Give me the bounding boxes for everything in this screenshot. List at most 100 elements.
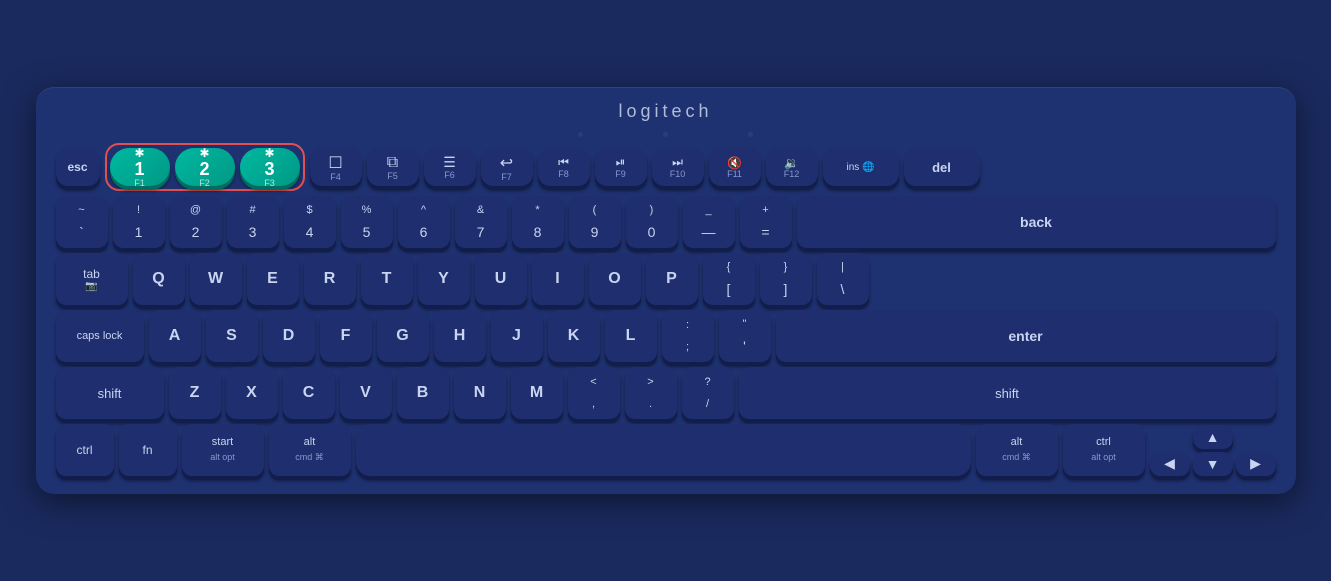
- key-ctrl-right[interactable]: ctrlalt opt: [1063, 424, 1145, 476]
- left-arrow-icon: ◀: [1164, 455, 1175, 472]
- key-del[interactable]: del: [904, 148, 980, 186]
- key-slash[interactable]: ? /: [682, 367, 734, 419]
- key-0[interactable]: ) 0: [626, 196, 678, 248]
- key-g[interactable]: G: [377, 310, 429, 362]
- key-fn[interactable]: fn: [119, 424, 177, 476]
- key-f10[interactable]: ⏭ F10: [652, 148, 704, 186]
- key-4[interactable]: $ 4: [284, 196, 336, 248]
- key-h[interactable]: H: [434, 310, 486, 362]
- key-bt2[interactable]: ✱ 2 F2: [175, 148, 235, 186]
- minus-num: —: [702, 224, 716, 240]
- key-tab[interactable]: tab 📷: [56, 253, 128, 305]
- key-8[interactable]: * 8: [512, 196, 564, 248]
- key-f8[interactable]: ⏮ F8: [538, 148, 590, 186]
- key-u[interactable]: U: [475, 253, 527, 305]
- key-d[interactable]: D: [263, 310, 315, 362]
- k5-num: 5: [363, 224, 371, 240]
- ctrl-r-label: ctrlalt opt: [1091, 435, 1116, 466]
- key-7[interactable]: & 7: [455, 196, 507, 248]
- key-c[interactable]: C: [283, 367, 335, 419]
- key-f9[interactable]: ⏯ F9: [595, 148, 647, 186]
- key-capslock[interactable]: caps lock: [56, 310, 144, 362]
- key-f11[interactable]: 🔇 F11: [709, 148, 761, 186]
- key-z[interactable]: Z: [169, 367, 221, 419]
- k6-sym: ^: [421, 204, 426, 216]
- key-arrow-left[interactable]: ◀: [1150, 452, 1190, 476]
- key-y[interactable]: Y: [418, 253, 470, 305]
- key-lbracket[interactable]: { [: [703, 253, 755, 305]
- f11-icon: 🔇: [727, 156, 742, 170]
- key-arrow-right[interactable]: ▶: [1236, 452, 1276, 476]
- bt3-num: 3: [264, 160, 274, 178]
- bt3-inner: ✱ 3 F3: [264, 146, 275, 188]
- key-q[interactable]: Q: [133, 253, 185, 305]
- key-6[interactable]: ^ 6: [398, 196, 450, 248]
- key-period[interactable]: > .: [625, 367, 677, 419]
- key-f6[interactable]: ☰ F6: [424, 148, 476, 186]
- tab-row: tab 📷 Q W E R T Y U I O P { [ } ]: [56, 253, 1276, 305]
- f6-icon: ☰: [443, 154, 456, 171]
- f6-label: F6: [444, 171, 455, 180]
- key-equals[interactable]: + =: [740, 196, 792, 248]
- key-f5[interactable]: ⧉ F5: [367, 148, 419, 186]
- key-l[interactable]: L: [605, 310, 657, 362]
- key-2[interactable]: @ 2: [170, 196, 222, 248]
- key-bt1[interactable]: ✱ 1 F1: [110, 148, 170, 186]
- key-b[interactable]: B: [397, 367, 449, 419]
- key-minus[interactable]: _ —: [683, 196, 735, 248]
- key-ins[interactable]: ins 🌐: [823, 148, 899, 186]
- key-alt-left[interactable]: altcmd ⌘: [269, 424, 351, 476]
- key-3[interactable]: # 3: [227, 196, 279, 248]
- key-p[interactable]: P: [646, 253, 698, 305]
- k4-num: 4: [306, 224, 314, 240]
- key-f4[interactable]: ☐ F4: [310, 148, 362, 186]
- key-v[interactable]: V: [340, 367, 392, 419]
- key-5[interactable]: % 5: [341, 196, 393, 248]
- key-rbracket[interactable]: } ]: [760, 253, 812, 305]
- key-start[interactable]: startalt opt: [182, 424, 264, 476]
- key-j[interactable]: J: [491, 310, 543, 362]
- key-w[interactable]: W: [190, 253, 242, 305]
- key-arrow-up[interactable]: ▲: [1193, 425, 1233, 449]
- key-x[interactable]: X: [226, 367, 278, 419]
- key-o[interactable]: O: [589, 253, 641, 305]
- k9-sym: (: [593, 204, 597, 216]
- key-backspace[interactable]: back: [797, 196, 1276, 248]
- key-t[interactable]: T: [361, 253, 413, 305]
- key-1[interactable]: ! 1: [113, 196, 165, 248]
- key-9[interactable]: ( 9: [569, 196, 621, 248]
- key-semicolon[interactable]: : ;: [662, 310, 714, 362]
- f10-label: F10: [670, 170, 686, 179]
- key-esc[interactable]: esc: [56, 148, 100, 186]
- key-ctrl-left[interactable]: ctrl: [56, 424, 114, 476]
- key-f[interactable]: F: [320, 310, 372, 362]
- equals-num: =: [761, 224, 769, 240]
- indicator-dot: [663, 132, 668, 137]
- key-alt-right[interactable]: altcmd ⌘: [976, 424, 1058, 476]
- key-backslash[interactable]: | \: [817, 253, 869, 305]
- ctrl-l-label: ctrl: [77, 443, 93, 457]
- key-space[interactable]: [356, 424, 971, 476]
- key-enter[interactable]: enter: [776, 310, 1276, 362]
- key-s[interactable]: S: [206, 310, 258, 362]
- up-arrow-icon: ▲: [1206, 429, 1220, 445]
- key-k[interactable]: K: [548, 310, 600, 362]
- key-quote[interactable]: " ': [719, 310, 771, 362]
- key-e[interactable]: E: [247, 253, 299, 305]
- key-i[interactable]: I: [532, 253, 584, 305]
- key-tilde[interactable]: ~ `: [56, 196, 108, 248]
- key-r[interactable]: R: [304, 253, 356, 305]
- key-n[interactable]: N: [454, 367, 506, 419]
- key-bt3[interactable]: ✱ 3 F3: [240, 148, 300, 186]
- right-arrow-icon: ▶: [1250, 455, 1261, 472]
- key-f12[interactable]: 🔉 F12: [766, 148, 818, 186]
- key-arrow-down[interactable]: ▼: [1193, 452, 1233, 476]
- key-comma[interactable]: < ,: [568, 367, 620, 419]
- fn-row: esc ✱ 1 F1 ✱ 2 F2: [56, 143, 1276, 191]
- key-lshift[interactable]: shift: [56, 367, 164, 419]
- bt-group: ✱ 1 F1 ✱ 2 F2 ✱ 3: [105, 143, 305, 191]
- key-rshift[interactable]: shift: [739, 367, 1276, 419]
- key-f7[interactable]: ↩ F7: [481, 148, 533, 186]
- key-a[interactable]: A: [149, 310, 201, 362]
- key-m[interactable]: M: [511, 367, 563, 419]
